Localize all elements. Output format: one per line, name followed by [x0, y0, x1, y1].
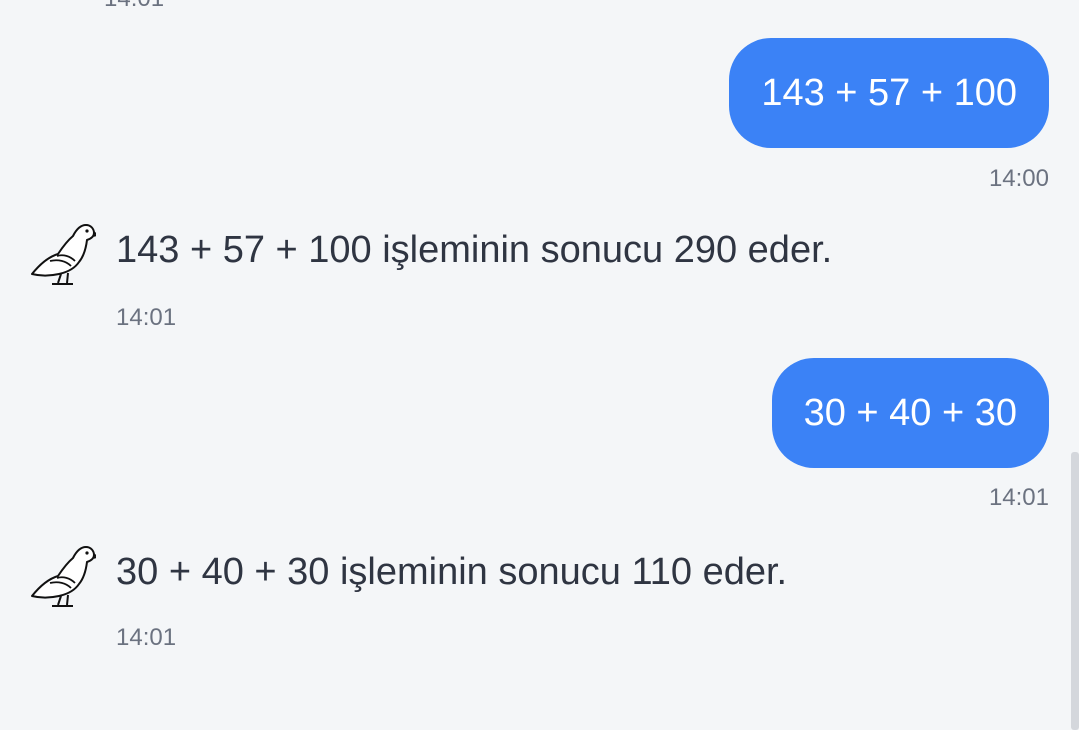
assistant-message: 143 + 57 + 100 işleminin sonucu 290 eder… — [28, 224, 1028, 306]
assistant-message-text: 143 + 57 + 100 işleminin sonucu 290 eder… — [116, 229, 833, 271]
user-message[interactable]: 30 + 40 + 30 — [771, 358, 1049, 468]
chat-thread: 14:01 143 + 57 + 100 14:00 143 + 57 + 10… — [0, 0, 1079, 730]
assistant-message-text: 30 + 40 + 30 işleminin sonucu 110 eder. — [116, 551, 788, 593]
user-message-bubble[interactable]: 30 + 40 + 30 — [771, 358, 1049, 468]
message-timestamp: 14:01 — [116, 624, 177, 651]
scrollbar[interactable] — [1071, 452, 1079, 730]
user-message-bubble[interactable]: 143 + 57 + 100 — [729, 38, 1049, 148]
bird-icon — [31, 546, 96, 607]
message-timestamp: 14:01 — [988, 484, 1049, 511]
message-timestamp: 14:01 — [116, 304, 177, 331]
message-timestamp: 14:00 — [988, 165, 1049, 192]
assistant-message: 30 + 40 + 30 işleminin sonucu 110 eder. — [28, 546, 1028, 628]
message-timestamp-clipped: 14:01 — [104, 0, 164, 13]
user-message[interactable]: 143 + 57 + 100 — [729, 38, 1049, 148]
bird-icon — [31, 224, 96, 285]
